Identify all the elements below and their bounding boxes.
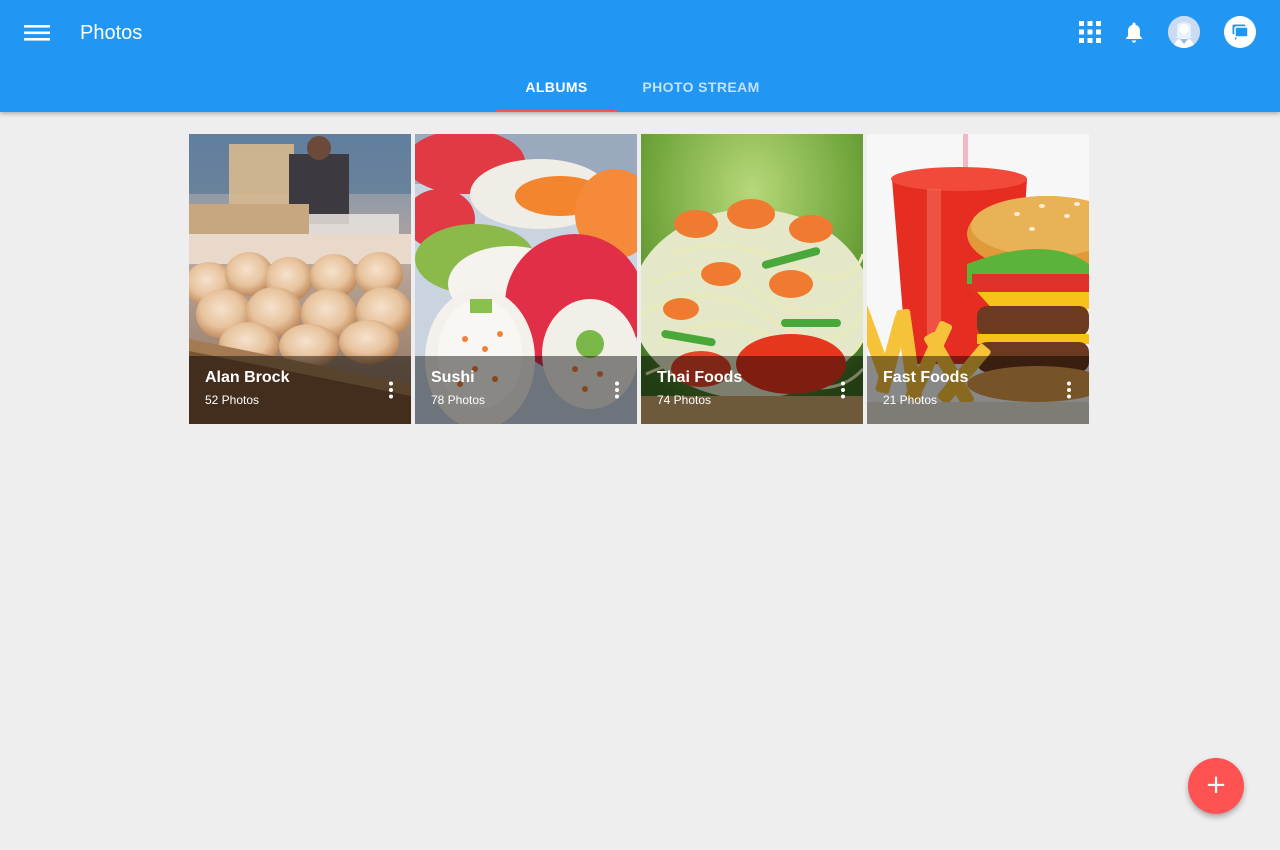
add-album-button[interactable]: + (1188, 758, 1244, 814)
album-card[interactable]: Sushi 78 Photos (415, 134, 637, 424)
album-photo-count: 74 Photos (657, 393, 712, 407)
album-photo-count: 78 Photos (431, 393, 486, 407)
album-caption: Thai Foods 74 Photos (641, 356, 863, 424)
chat-icon[interactable] (1224, 16, 1256, 48)
more-vert-icon[interactable] (603, 376, 631, 404)
album-title: Sushi (431, 369, 475, 386)
add-icon: + (1205, 770, 1227, 800)
album-card[interactable]: Alan Brock 52 Photos (189, 134, 411, 424)
album-caption: Alan Brock 52 Photos (189, 356, 411, 424)
menu-icon[interactable] (20, 16, 54, 50)
bell-icon[interactable] (1118, 16, 1150, 48)
album-photo-count: 21 Photos (883, 393, 938, 407)
album-photo-count: 52 Photos (205, 393, 260, 407)
album-caption: Sushi 78 Photos (415, 356, 637, 424)
album-title: Thai Foods (657, 369, 743, 386)
tab-albums[interactable]: ALBUMS (496, 64, 617, 112)
album-caption: Fast Foods 21 Photos (867, 356, 1089, 424)
album-grid: Alan Brock 52 Photos Sushi 78 Photos Tha… (189, 134, 1089, 424)
album-title: Alan Brock (205, 369, 290, 386)
apps-grid-icon[interactable] (1074, 16, 1106, 48)
album-card[interactable]: Thai Foods 74 Photos (641, 134, 863, 424)
more-vert-icon[interactable] (829, 376, 857, 404)
app-bar: Photos ALBUMS PHOTO STREAM (0, 0, 1280, 112)
album-card[interactable]: Fast Foods 21 Photos (867, 134, 1089, 424)
avatar[interactable] (1168, 16, 1200, 48)
tab-photo-stream[interactable]: PHOTO STREAM (626, 64, 776, 112)
album-title: Fast Foods (883, 369, 969, 386)
more-vert-icon[interactable] (377, 376, 405, 404)
app-title: Photos (80, 22, 143, 44)
more-vert-icon[interactable] (1055, 376, 1083, 404)
tab-bar: ALBUMS PHOTO STREAM (0, 64, 1280, 112)
